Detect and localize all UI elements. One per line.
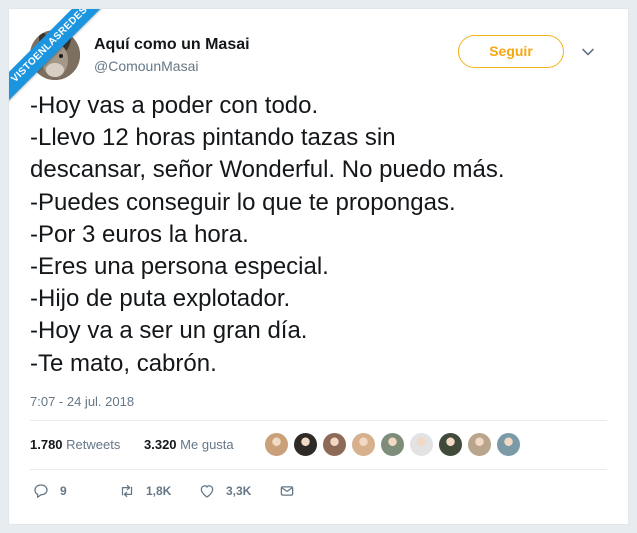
tweet-actions: 9 1,8K 3,3K [30, 476, 607, 506]
reply-count: 9 [60, 484, 67, 498]
tweet-text: -Hoy vas a poder con todo. -Llevo 12 hor… [30, 90, 610, 380]
liker-avatar[interactable] [438, 432, 463, 457]
heart-icon [200, 485, 214, 498]
retweet-button[interactable]: 1,8K [118, 476, 171, 506]
tweet-header: Aquí como un Masai @ComounMasai Seguir [30, 30, 617, 82]
direct-message-button[interactable] [278, 476, 296, 506]
liker-avatar[interactable] [322, 432, 347, 457]
tweet-timestamp[interactable]: 7:07 - 24 jul. 2018 [30, 394, 134, 409]
tweet-line: -Hoy va a ser un gran día. [30, 317, 308, 345]
liker-avatar[interactable] [380, 432, 405, 457]
tweet-line: descansar, señor Wonderful. No puedo más… [30, 156, 505, 184]
likes-stat[interactable]: 3.320 Me gusta [144, 437, 234, 452]
tweet-line: -Por 3 euros la hora. [30, 220, 249, 248]
tweet-line: -Puedes conseguir lo que te propongas. [30, 188, 456, 216]
like-count: 3,3K [226, 484, 252, 498]
retweets-stat[interactable]: 1.780 Retweets [30, 437, 120, 452]
likes-label: Me gusta [180, 437, 234, 452]
like-button[interactable]: 3,3K [198, 476, 251, 506]
chevron-down-icon[interactable] [580, 44, 596, 60]
donkey-avatar-icon [30, 30, 80, 80]
author-avatar[interactable] [30, 30, 80, 80]
tweet-line: -Te mato, cabrón. [30, 349, 217, 377]
liker-avatar[interactable] [264, 432, 289, 457]
liker-avatar[interactable] [351, 432, 376, 457]
liker-avatar[interactable] [496, 432, 521, 457]
liker-avatar[interactable] [467, 432, 492, 457]
tweet-stats: 1.780 Retweets 3.320 Me gusta [30, 421, 607, 469]
reply-icon [34, 484, 48, 498]
retweets-count: 1.780 [30, 437, 63, 452]
retweet-count: 1,8K [146, 484, 172, 498]
likes-count: 3.320 [144, 437, 177, 452]
reply-button[interactable]: 9 [32, 476, 67, 506]
tweet-line: -Hijo de puta explotador. [30, 285, 291, 313]
retweets-label: Retweets [66, 437, 121, 452]
author-name[interactable]: Aquí como un Masai [94, 36, 250, 54]
liker-avatar[interactable] [409, 432, 434, 457]
tweet-line: -Llevo 12 horas pintando tazas sin [30, 124, 396, 152]
tweet-line: -Eres una persona especial. [30, 253, 329, 281]
envelope-icon [280, 486, 294, 496]
tweet-line: -Hoy vas a poder con todo. [30, 92, 319, 119]
retweet-icon [121, 484, 133, 498]
divider [30, 469, 607, 470]
author-handle[interactable]: @ComounMasai [94, 58, 198, 74]
liker-avatar[interactable] [293, 432, 318, 457]
follow-button[interactable]: Seguir [458, 35, 564, 68]
